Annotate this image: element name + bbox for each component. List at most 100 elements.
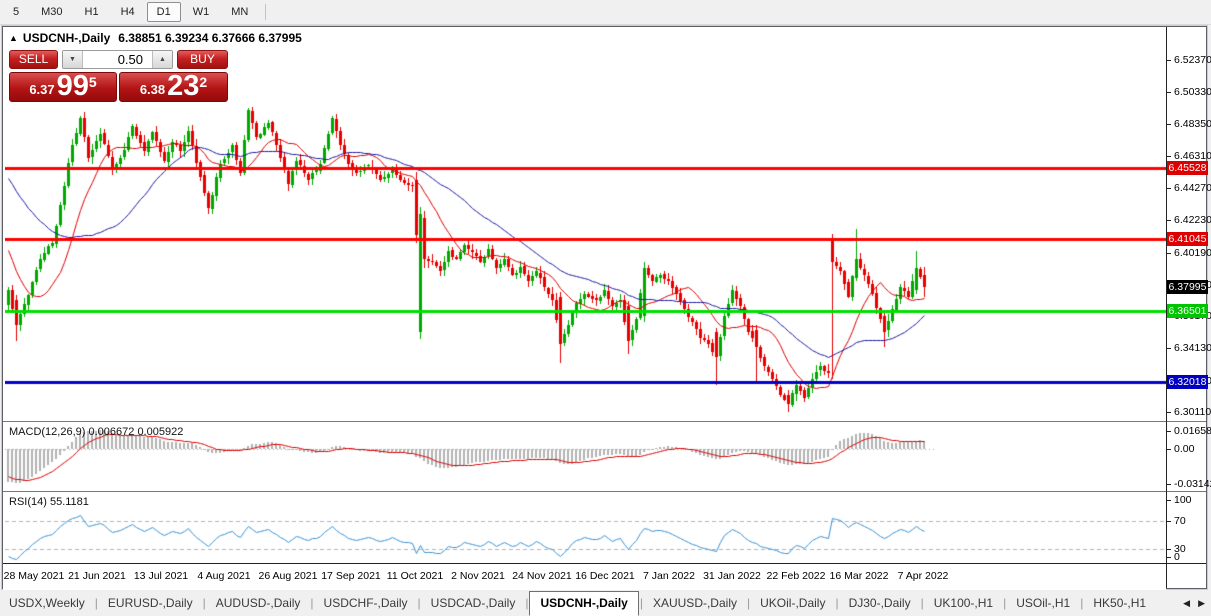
rsi-tick-label: 0 bbox=[1174, 551, 1180, 563]
date-tick-label: 7 Jan 2022 bbox=[634, 570, 704, 582]
axis-tick-mark bbox=[1167, 220, 1171, 221]
sell-price-prefix: 6.37 bbox=[29, 82, 54, 97]
date-tick-label: 17 Sep 2021 bbox=[316, 570, 386, 582]
rsi-label: RSI(14) 55.1181 bbox=[9, 496, 89, 508]
date-tick-label: 26 Aug 2021 bbox=[253, 570, 323, 582]
rsi-tick-label: 100 bbox=[1174, 494, 1192, 506]
volume-input[interactable] bbox=[83, 51, 152, 68]
date-tick-label: 11 Oct 2021 bbox=[380, 570, 450, 582]
rsi-indicator-canvas[interactable] bbox=[5, 493, 1167, 563]
chart-tab-bar: USDX,Weekly|EURUSD-,Daily|AUDUSD-,Daily|… bbox=[0, 590, 1211, 616]
terminal-window: 5M30H1H4D1W1MN ▲ USDCNH-,Daily 6.38851 6… bbox=[0, 0, 1211, 616]
toolbar-separator bbox=[265, 4, 266, 20]
chart-tab-usdcnh-daily[interactable]: USDCNH-,Daily bbox=[529, 591, 638, 616]
date-tick-label: 7 Apr 2022 bbox=[888, 570, 958, 582]
time-axis[interactable]: 28 May 202121 Jun 202113 Jul 20214 Aug 2… bbox=[3, 564, 1166, 590]
axis-tick-mark bbox=[1167, 557, 1171, 558]
price-axis[interactable]: 6.523706.503306.483506.463106.442706.422… bbox=[1167, 27, 1208, 588]
chart-tab-usdx-weekly[interactable]: USDX,Weekly bbox=[0, 591, 94, 615]
chart-tab-hk50-h1[interactable]: HK50-,H1 bbox=[1084, 591, 1155, 615]
timeframe-button-H4[interactable]: H4 bbox=[111, 2, 145, 22]
sell-price-panel[interactable]: 6.37 99 5 bbox=[9, 72, 117, 102]
chart-tab-usdchf-daily[interactable]: USDCHF-,Daily bbox=[315, 591, 417, 615]
macd-signal-value: 0.005922 bbox=[137, 426, 183, 438]
chart-title: ▲ USDCNH-,Daily 6.38851 6.39234 6.37666 … bbox=[9, 31, 302, 45]
axis-tick-mark bbox=[1167, 500, 1171, 501]
buy-price-prefix: 6.38 bbox=[140, 82, 165, 97]
axis-tick-mark bbox=[1167, 348, 1171, 349]
macd-label: MACD(12,26,9) 0.006672 0.005922 bbox=[9, 426, 183, 438]
axis-tick-mark bbox=[1167, 253, 1171, 254]
price-tick-label: 6.42230 bbox=[1174, 214, 1211, 226]
sell-price-sup: 5 bbox=[89, 74, 97, 90]
level-price-tag: 6.36501 bbox=[1167, 304, 1208, 318]
axis-tick-mark bbox=[1167, 412, 1171, 413]
chart-ohlc-values: 6.38851 6.39234 6.37666 6.37995 bbox=[118, 31, 302, 45]
level-price-tag: 6.32018 bbox=[1167, 375, 1208, 389]
axis-tick-mark bbox=[1167, 521, 1171, 522]
macd-tick-label: 0.00 bbox=[1174, 443, 1194, 455]
date-tick-label: 24 Nov 2021 bbox=[507, 570, 577, 582]
macd-tick-label: -0.031421 bbox=[1174, 478, 1211, 490]
timeframe-toolbar: 5M30H1H4D1W1MN bbox=[0, 0, 1211, 25]
price-tick-label: 6.48350 bbox=[1174, 118, 1211, 130]
axis-tick-mark bbox=[1167, 188, 1171, 189]
timeframe-button-H1[interactable]: H1 bbox=[75, 2, 109, 22]
chart-tab-ukoil-daily[interactable]: UKOil-,Daily bbox=[751, 591, 834, 615]
axis-tick-mark bbox=[1167, 60, 1171, 61]
rsi-tick-label: 70 bbox=[1174, 515, 1186, 527]
timeframe-button-D1[interactable]: D1 bbox=[147, 2, 181, 22]
volume-decrease-button[interactable]: ▼ bbox=[63, 51, 83, 68]
macd-main-value: 0.006672 bbox=[88, 426, 134, 438]
current-price-tag: 6.37995 bbox=[1167, 280, 1208, 294]
chart-symbol-label: USDCNH-,Daily bbox=[23, 31, 110, 45]
timeframe-button-5[interactable]: 5 bbox=[3, 2, 29, 22]
rsi-value: 55.1181 bbox=[50, 496, 89, 508]
price-tick-label: 6.34130 bbox=[1174, 342, 1211, 354]
date-tick-label: 2 Nov 2021 bbox=[443, 570, 513, 582]
buy-price-sup: 2 bbox=[199, 74, 207, 90]
axis-tick-mark bbox=[1167, 431, 1171, 432]
pane-separator-rsi[interactable] bbox=[3, 491, 1206, 493]
chart-tab-uk100-h1[interactable]: UK100-,H1 bbox=[925, 591, 1002, 615]
chart-window: ▲ USDCNH-,Daily 6.38851 6.39234 6.37666 … bbox=[2, 26, 1207, 589]
axis-tick-mark bbox=[1167, 449, 1171, 450]
sell-button[interactable]: SELL bbox=[9, 50, 58, 69]
chart-tab-usoil-h1[interactable]: USOil-,H1 bbox=[1007, 591, 1079, 615]
date-tick-label: 22 Feb 2022 bbox=[761, 570, 831, 582]
date-tick-label: 13 Jul 2021 bbox=[126, 570, 196, 582]
chart-tab-xauusd-daily[interactable]: XAUUSD-,Daily bbox=[644, 591, 746, 615]
chart-tab-eurusd-daily[interactable]: EURUSD-,Daily bbox=[99, 591, 202, 615]
macd-tick-label: 0.016586 bbox=[1174, 425, 1211, 437]
timeframe-button-W1[interactable]: W1 bbox=[183, 2, 220, 22]
axis-tick-mark bbox=[1167, 156, 1171, 157]
timeframe-button-MN[interactable]: MN bbox=[221, 2, 258, 22]
date-tick-label: 4 Aug 2021 bbox=[189, 570, 259, 582]
pane-separator-macd[interactable] bbox=[3, 421, 1206, 423]
price-tick-label: 6.40190 bbox=[1174, 247, 1211, 259]
one-click-collapse-icon[interactable]: ▲ bbox=[9, 33, 18, 43]
axis-tick-mark bbox=[1167, 92, 1171, 93]
price-tick-label: 6.50330 bbox=[1174, 86, 1211, 98]
date-tick-label: 16 Dec 2021 bbox=[570, 570, 640, 582]
sell-price-big: 99 bbox=[57, 74, 89, 99]
tab-scroll-left-icon[interactable]: ◀ bbox=[1183, 598, 1190, 609]
axis-tick-mark bbox=[1167, 549, 1171, 550]
buy-price-big: 23 bbox=[167, 74, 199, 99]
volume-increase-button[interactable]: ▲ bbox=[152, 51, 172, 68]
volume-spinner: ▼ ▲ bbox=[62, 50, 173, 69]
date-tick-label: 31 Jan 2022 bbox=[697, 570, 767, 582]
timeframe-button-M30[interactable]: M30 bbox=[31, 2, 72, 22]
chart-tab-usdcad-daily[interactable]: USDCAD-,Daily bbox=[422, 591, 525, 615]
date-tick-label: 21 Jun 2021 bbox=[62, 570, 132, 582]
level-price-tag: 6.45528 bbox=[1167, 161, 1208, 175]
price-tick-label: 6.30110 bbox=[1174, 406, 1211, 418]
date-tick-label: 16 Mar 2022 bbox=[824, 570, 894, 582]
tab-scroll-right-icon[interactable]: ▶ bbox=[1198, 598, 1205, 609]
chart-tab-audusd-daily[interactable]: AUDUSD-,Daily bbox=[207, 591, 310, 615]
price-tick-label: 6.52370 bbox=[1174, 54, 1211, 66]
chart-tab-dj30-daily[interactable]: DJ30-,Daily bbox=[840, 591, 920, 615]
level-price-tag: 6.41045 bbox=[1167, 232, 1208, 246]
buy-price-panel[interactable]: 6.38 23 2 bbox=[119, 72, 228, 102]
buy-button[interactable]: BUY bbox=[177, 50, 228, 69]
